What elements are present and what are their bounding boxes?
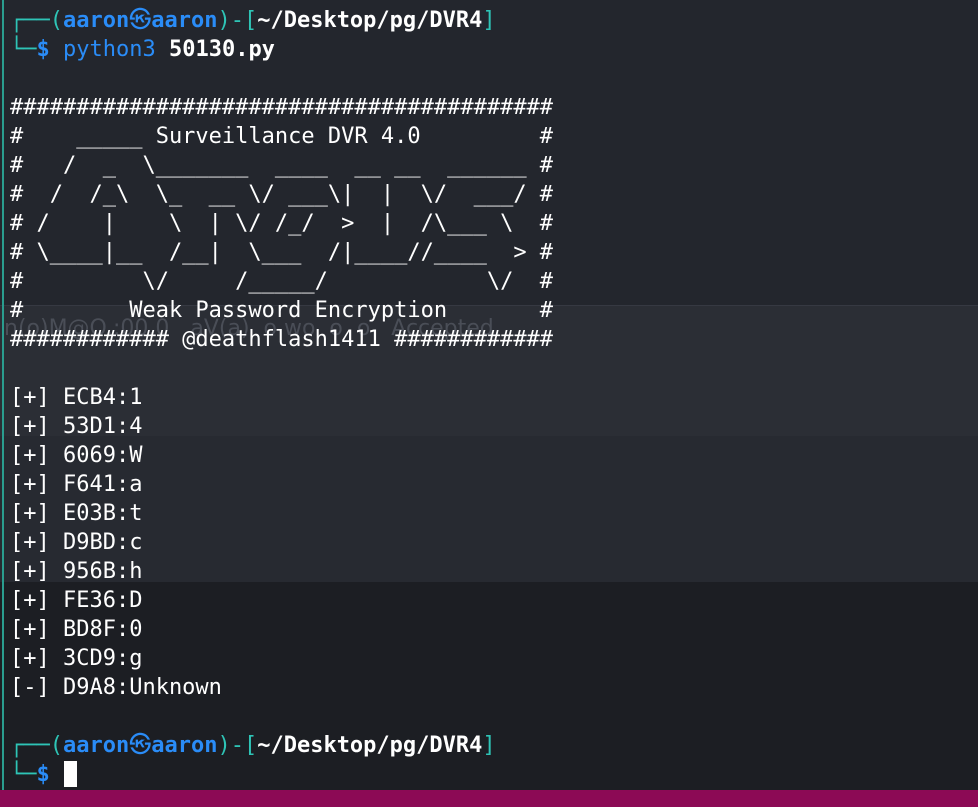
kali-at-icon: ㉿ [129, 8, 152, 33]
terminal-cursor[interactable] [63, 761, 77, 787]
prompt-frame-mid: )-[ [217, 733, 258, 758]
prompt-command-line-2[interactable]: └─$ [10, 760, 978, 789]
prompt-frame-top: ┌──( [10, 733, 63, 758]
prompt-frame-close: ] [482, 733, 496, 758]
results-list: [+] ECB4:1 [+] 53D1:4 [+] 6069:W [+] F64… [10, 383, 978, 702]
result-line: [+] F641:a [10, 472, 143, 497]
result-line: [+] 53D1:4 [10, 414, 143, 439]
prompt-header-1: ┌──(aaron㉿aaron)-[~/Desktop/pg/DVR4] [10, 6, 978, 35]
result-line: [+] ECB4:1 [10, 385, 143, 410]
banner-line: # / /_\ \_ __ \/ ___\| | \/ ___/ # [10, 182, 554, 207]
prompt-dollar: $ [36, 762, 50, 787]
prompt-dollar: $ [36, 37, 50, 62]
prompt-command-line-1: └─$ python3 50130.py [10, 35, 978, 64]
command-name: python3 [63, 37, 156, 62]
prompt-user: aaron [62, 733, 130, 758]
result-line: [-] D9A8:Unknown [10, 675, 222, 700]
prompt-host: aaron [151, 8, 218, 33]
banner-line: ############ @deathflash1411 ###########… [10, 327, 554, 352]
banner-line: # _____ Surveillance DVR 4.0 # [10, 124, 554, 149]
taskbar[interactable] [0, 790, 978, 807]
prompt-frame-bottom: └─ [10, 37, 37, 62]
banner-line: # \____|__ /__| \___ /|____//____ > # [10, 240, 554, 265]
terminal-output[interactable]: ┌──(aaron㉿aaron)-[~/Desktop/pg/DVR4] └─$… [10, 6, 978, 789]
banner-line: ########################################… [10, 95, 554, 120]
result-line: [+] 6069:W [10, 443, 143, 468]
result-line: [+] FE36:D [10, 588, 143, 613]
command-argument: 50130.py [168, 37, 275, 62]
prompt-frame-bottom: └─ [10, 762, 37, 787]
prompt-frame-close: ] [482, 8, 496, 33]
prompt-frame-top: ┌──( [10, 8, 63, 33]
banner-line: # / | \ | \/ /_/ > | /\___ \ # [10, 211, 554, 236]
banner-line: # / _ \_______ ____ __ __ ______ # [10, 153, 554, 178]
prompt-user: aaron [62, 8, 130, 33]
result-line: [+] E03B:t [10, 501, 143, 526]
result-line: [+] 3CD9:g [10, 646, 143, 671]
prompt-path: ~/Desktop/pg/DVR4 [257, 8, 483, 33]
ascii-banner: ########################################… [10, 93, 978, 354]
banner-line: # \/ /_____/ \/ # [10, 269, 554, 294]
prompt-path: ~/Desktop/pg/DVR4 [257, 733, 483, 758]
prompt-header-2: ┌──(aaron㉿aaron)-[~/Desktop/pg/DVR4] [10, 731, 978, 760]
result-line: [+] BD8F:0 [10, 617, 143, 642]
result-line: [+] 956B:h [10, 559, 143, 584]
banner-line: # Weak Password Encryption # [10, 298, 554, 323]
kali-at-icon: ㉿ [129, 733, 152, 758]
terminal-accent-line [2, 0, 4, 790]
prompt-frame-mid: )-[ [217, 8, 258, 33]
prompt-host: aaron [151, 733, 218, 758]
result-line: [+] D9BD:c [10, 530, 143, 555]
